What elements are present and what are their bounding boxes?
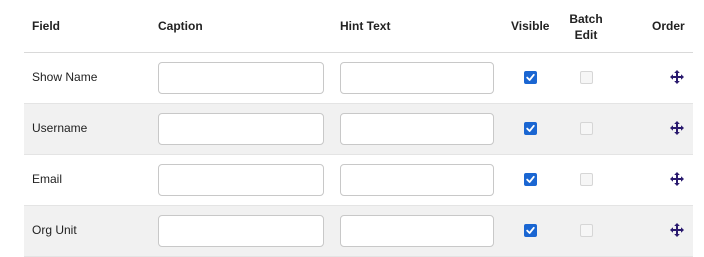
move-arrows-icon[interactable] [670, 172, 684, 186]
hint-text-input[interactable] [340, 215, 494, 247]
table-row: Username [24, 104, 693, 155]
hint-text-input[interactable] [340, 113, 494, 145]
table-row: Org Unit [24, 206, 693, 257]
hint-text-input[interactable] [340, 164, 494, 196]
checkmark-icon [526, 73, 535, 81]
header-caption: Caption [158, 19, 203, 33]
table-row: Show Name [24, 53, 693, 104]
header-field: Field [32, 19, 61, 33]
caption-input[interactable] [158, 62, 324, 94]
visible-checkbox[interactable] [524, 173, 537, 186]
visible-checkbox[interactable] [524, 224, 537, 237]
field-name-label: Username [32, 121, 88, 135]
batch-edit-checkbox[interactable] [580, 224, 593, 237]
move-arrows-icon[interactable] [670, 121, 684, 135]
field-settings-table: Field Caption Hint Text Visible Batch Ed… [24, 0, 693, 257]
caption-input[interactable] [158, 113, 324, 145]
move-arrows-icon[interactable] [670, 223, 684, 237]
batch-edit-checkbox[interactable] [580, 173, 593, 186]
header-batch-edit: Batch Edit [569, 12, 603, 42]
caption-input[interactable] [158, 164, 324, 196]
field-name-label: Org Unit [32, 223, 77, 237]
hint-text-input[interactable] [340, 62, 494, 94]
visible-checkbox[interactable] [524, 122, 537, 135]
caption-input[interactable] [158, 215, 324, 247]
move-arrows-icon[interactable] [670, 70, 684, 84]
table-row: Email [24, 155, 693, 206]
checkmark-icon [526, 175, 535, 183]
batch-edit-checkbox[interactable] [580, 71, 593, 84]
header-hint-text: Hint Text [340, 19, 391, 33]
field-name-label: Show Name [32, 70, 98, 84]
field-name-label: Email [32, 172, 63, 186]
checkmark-icon [526, 124, 535, 132]
checkmark-icon [526, 226, 535, 234]
visible-checkbox[interactable] [524, 71, 537, 84]
header-visible: Visible [511, 19, 550, 33]
batch-edit-checkbox[interactable] [580, 122, 593, 135]
header-order: Order [652, 19, 685, 33]
table-header: Field Caption Hint Text Visible Batch Ed… [24, 0, 693, 53]
